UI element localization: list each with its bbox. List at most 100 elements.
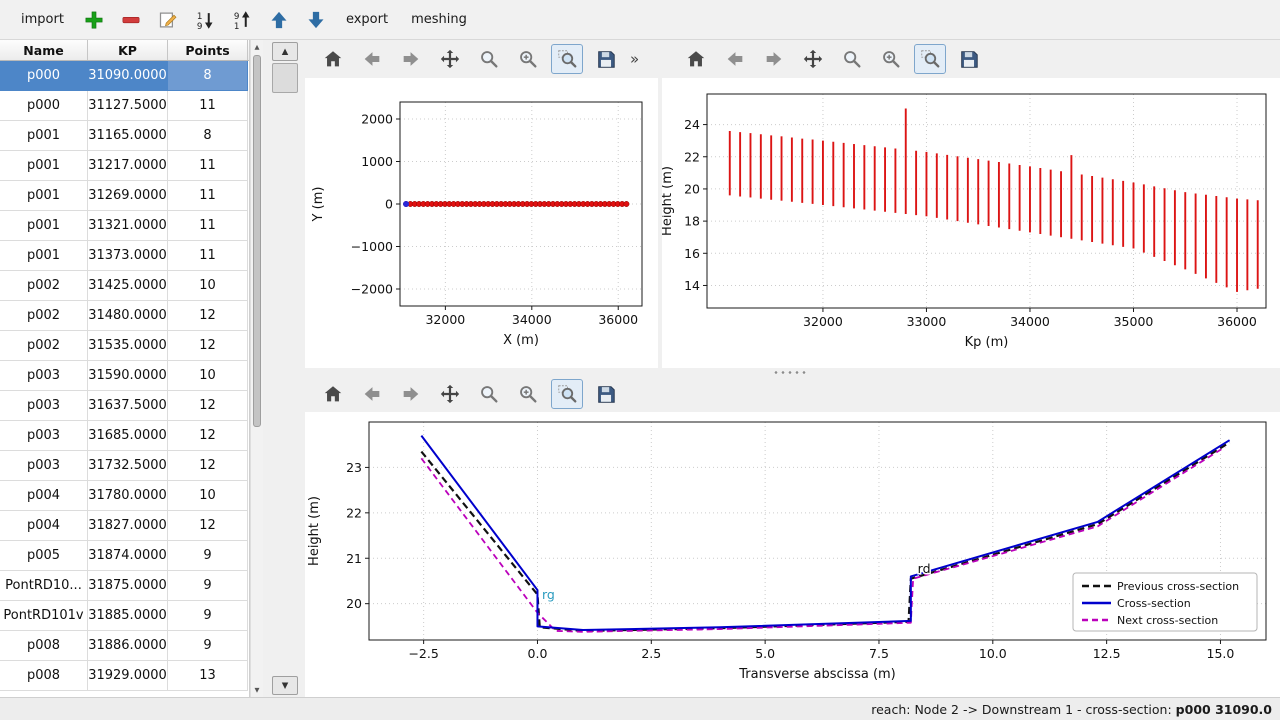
table-cell[interactable]: 13 — [168, 661, 248, 691]
table-cell[interactable]: 31637.5000 — [88, 391, 168, 421]
table-cell[interactable]: PontRD101v — [0, 601, 88, 631]
table-cell[interactable]: 11 — [168, 151, 248, 181]
scroll-down-button[interactable]: ▼ — [272, 676, 298, 695]
home-icon[interactable] — [317, 379, 349, 409]
table-cell[interactable]: 31480.0000 — [88, 301, 168, 331]
table-cell[interactable]: 8 — [168, 121, 248, 151]
table-cell[interactable]: 12 — [168, 421, 248, 451]
zoom-in-icon[interactable] — [512, 44, 544, 74]
table-cell[interactable]: p002 — [0, 271, 88, 301]
table-cell[interactable]: 31886.0000 — [88, 631, 168, 661]
table-cell[interactable]: p003 — [0, 391, 88, 421]
table-row[interactable]: p00331685.000012 — [0, 421, 249, 451]
table-cell[interactable]: 12 — [168, 391, 248, 421]
save-icon[interactable] — [590, 44, 622, 74]
table-cell[interactable]: p001 — [0, 151, 88, 181]
table-cell[interactable]: 31590.0000 — [88, 361, 168, 391]
table-cell[interactable]: p008 — [0, 631, 88, 661]
table-row[interactable]: p00131165.00008 — [0, 121, 249, 151]
table-cell[interactable]: 31780.0000 — [88, 481, 168, 511]
table-row[interactable]: PontRD101v31885.00009 — [0, 601, 249, 631]
toolbar-overflow-icon[interactable]: » — [630, 50, 639, 68]
table-row[interactable]: p00231480.000012 — [0, 301, 249, 331]
back-icon[interactable] — [356, 379, 388, 409]
table-row[interactable]: p00331590.000010 — [0, 361, 249, 391]
table-cell[interactable]: p001 — [0, 211, 88, 241]
table-cell[interactable]: 31827.0000 — [88, 511, 168, 541]
table-cell[interactable]: 12 — [168, 511, 248, 541]
table-row[interactable]: p00231535.000012 — [0, 331, 249, 361]
table-cell[interactable]: p002 — [0, 331, 88, 361]
pan-icon[interactable] — [434, 379, 466, 409]
home-icon[interactable] — [317, 44, 349, 74]
pan-icon[interactable] — [797, 44, 829, 74]
table-cell[interactable]: 31874.0000 — [88, 541, 168, 571]
table-row[interactable]: p00331732.500012 — [0, 451, 249, 481]
table-cell[interactable]: 11 — [168, 91, 248, 121]
scroll-down-icon[interactable]: ▼ — [251, 684, 263, 696]
back-icon[interactable] — [719, 44, 751, 74]
table-cell[interactable]: p004 — [0, 511, 88, 541]
table-cell[interactable]: p000 — [0, 91, 88, 121]
zoom-in-icon[interactable] — [875, 44, 907, 74]
panel-scrollbar-thumb[interactable] — [272, 63, 298, 93]
cross-section-chart[interactable]: −2.50.02.55.07.510.012.515.020212223Tran… — [305, 412, 1280, 697]
table-row[interactable]: p00831886.00009 — [0, 631, 249, 661]
table-cell[interactable]: p001 — [0, 121, 88, 151]
panel-scrollbar[interactable]: ▲ ▼ — [272, 42, 298, 695]
table-row[interactable]: p00431780.000010 — [0, 481, 249, 511]
table-cell[interactable]: p008 — [0, 661, 88, 691]
plan-view-chart[interactable]: 320003400036000−2000−1000010002000X (m)Y… — [305, 78, 658, 368]
table-row[interactable]: p00131373.000011 — [0, 241, 249, 271]
column-header-kp[interactable]: KP — [88, 40, 168, 60]
table-row[interactable]: PontRD10...31875.00009 — [0, 571, 249, 601]
move-up-icon[interactable] — [267, 8, 291, 32]
table-cell[interactable]: 31885.0000 — [88, 601, 168, 631]
add-icon[interactable] — [82, 8, 106, 32]
table-cell[interactable]: p000 — [0, 61, 88, 91]
table-row[interactable]: p00131217.000011 — [0, 151, 249, 181]
table-row[interactable]: p00031090.00008 — [0, 61, 249, 91]
zoom-area-icon[interactable] — [551, 379, 583, 409]
remove-icon[interactable] — [119, 8, 143, 32]
sort-descending-icon[interactable]: 19 — [193, 8, 217, 32]
table-cell[interactable]: p003 — [0, 361, 88, 391]
forward-icon[interactable] — [395, 379, 427, 409]
edit-icon[interactable] — [156, 8, 180, 32]
table-row[interactable]: p00431827.000012 — [0, 511, 249, 541]
table-cell[interactable]: p005 — [0, 541, 88, 571]
column-header-points[interactable]: Points — [168, 40, 248, 60]
table-cell[interactable]: 9 — [168, 571, 248, 601]
move-down-icon[interactable] — [304, 8, 328, 32]
table-cell[interactable]: p002 — [0, 301, 88, 331]
sort-ascending-icon[interactable]: 91 — [230, 8, 254, 32]
table-cell[interactable]: 31127.5000 — [88, 91, 168, 121]
table-cell[interactable]: PontRD10... — [0, 571, 88, 601]
table-cell[interactable]: 31685.0000 — [88, 421, 168, 451]
longitudinal-profile-chart[interactable]: 3200033000340003500036000141618202224Kp … — [662, 78, 1280, 368]
scroll-up-icon[interactable]: ▲ — [251, 41, 263, 53]
table-cell[interactable]: 10 — [168, 361, 248, 391]
zoom-area-icon[interactable] — [551, 44, 583, 74]
table-cell[interactable]: 9 — [168, 601, 248, 631]
table-cell[interactable]: 31535.0000 — [88, 331, 168, 361]
table-cell[interactable]: 31165.0000 — [88, 121, 168, 151]
table-row[interactable]: p00031127.500011 — [0, 91, 249, 121]
pan-icon[interactable] — [434, 44, 466, 74]
table-cell[interactable]: 11 — [168, 211, 248, 241]
table-cell[interactable]: 31929.0000 — [88, 661, 168, 691]
table-cell[interactable]: 10 — [168, 481, 248, 511]
export-button[interactable]: export — [341, 9, 393, 30]
table-cell[interactable]: 31217.0000 — [88, 151, 168, 181]
zoom-area-icon[interactable] — [914, 44, 946, 74]
table-cell[interactable]: p001 — [0, 181, 88, 211]
table-cell[interactable]: 12 — [168, 451, 248, 481]
table-row[interactable]: p00831929.000013 — [0, 661, 249, 691]
table-row[interactable]: p00131321.000011 — [0, 211, 249, 241]
table-cell[interactable]: 11 — [168, 181, 248, 211]
table-cell[interactable]: 31373.0000 — [88, 241, 168, 271]
table-cell[interactable]: 9 — [168, 541, 248, 571]
forward-icon[interactable] — [758, 44, 790, 74]
forward-icon[interactable] — [395, 44, 427, 74]
save-icon[interactable] — [590, 379, 622, 409]
